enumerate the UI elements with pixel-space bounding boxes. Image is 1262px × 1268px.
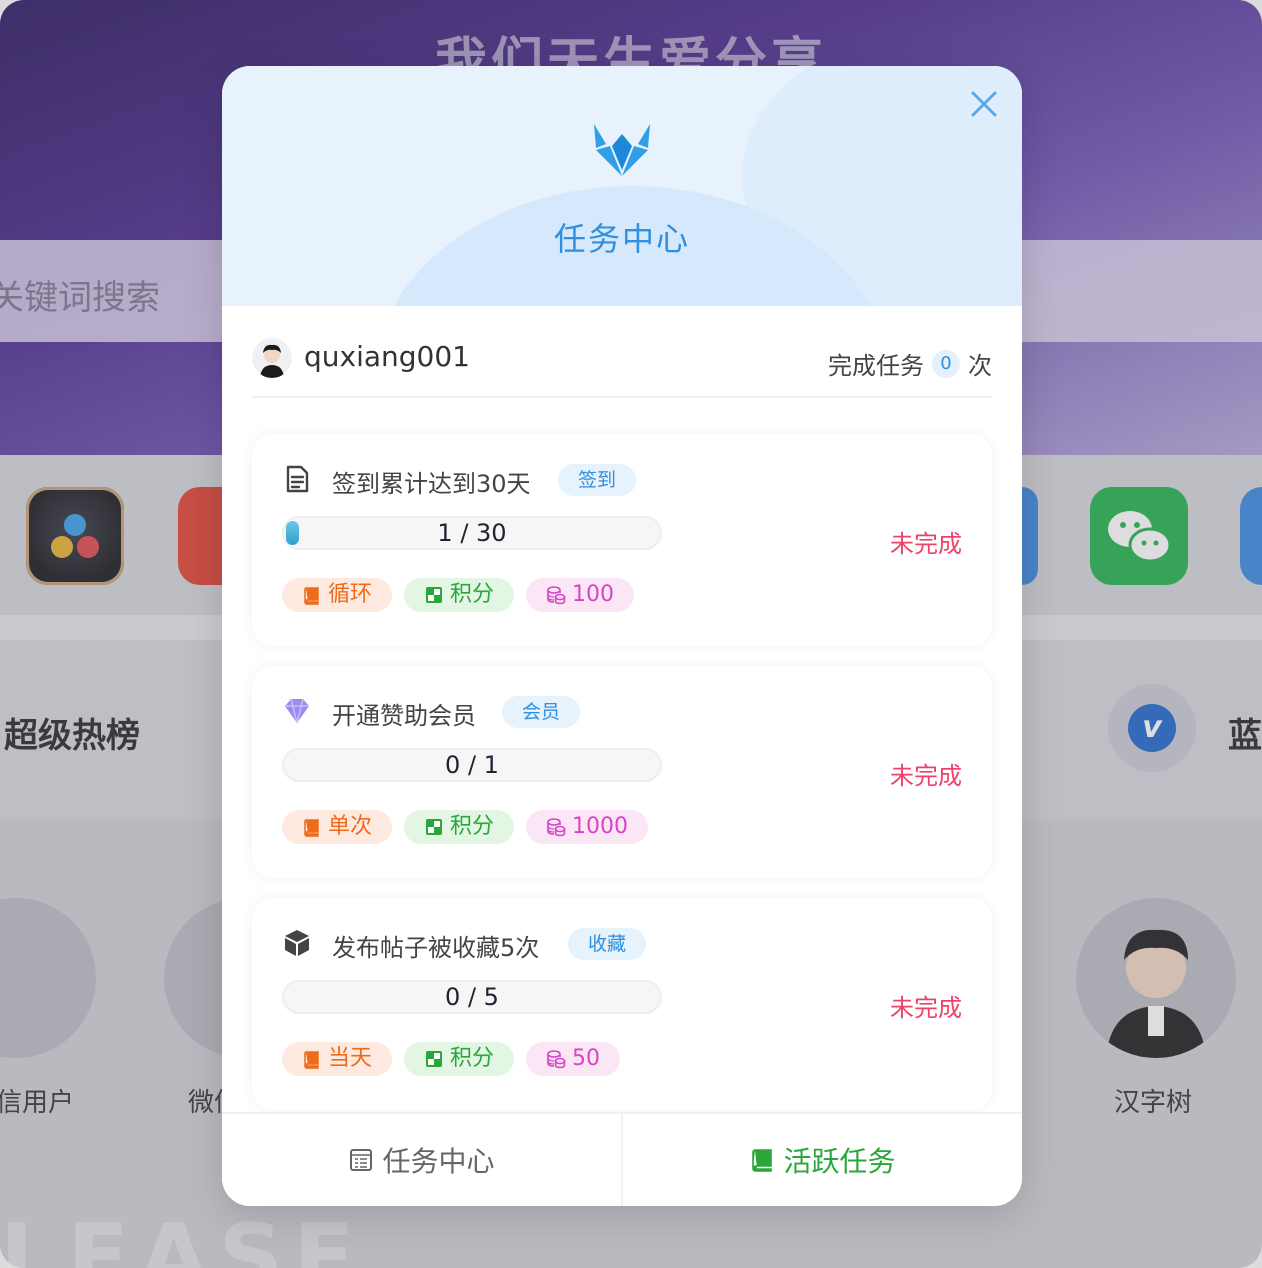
fox-logo-icon <box>594 124 650 176</box>
cycle-chip: 循环 <box>282 578 393 612</box>
points-value-chip: 100 <box>526 578 635 612</box>
cycle-chip: 单次 <box>282 810 393 844</box>
task-chips: 循环 积分 100 <box>282 578 635 612</box>
completed-suffix: 次 <box>968 352 992 380</box>
points-value-chip: 50 <box>526 1042 621 1076</box>
task-tag: 收藏 <box>568 928 647 960</box>
diamond-icon <box>285 698 309 724</box>
coins-icon <box>547 586 566 605</box>
status-label: 未完成 <box>890 762 962 790</box>
cycle-chip: 当天 <box>282 1042 393 1076</box>
task-title: 发布帖子被收藏5次 <box>332 934 540 962</box>
progress-bar: 0 / 5 <box>282 980 662 1014</box>
modal-footer-tabs: 任务中心 活跃任务 <box>222 1112 1022 1206</box>
completed-summary: 完成任务 0 次 <box>828 346 992 381</box>
username: quxiang001 <box>304 340 470 373</box>
progress-text: 0 / 5 <box>445 983 499 1011</box>
book-icon <box>304 587 319 605</box>
tab-active-tasks[interactable]: 活跃任务 <box>621 1114 1022 1206</box>
progress-text: 0 / 1 <box>445 751 499 779</box>
avatar[interactable] <box>252 338 292 378</box>
book-icon <box>304 1051 319 1069</box>
points-icon <box>426 587 443 603</box>
book-icon <box>752 1149 773 1172</box>
modal-header: 任务中心 <box>222 66 1022 306</box>
task-chips: 单次 积分 1000 <box>282 810 649 844</box>
progress-bar: 0 / 1 <box>282 748 662 782</box>
task-chips: 当天 积分 50 <box>282 1042 621 1076</box>
points-type-chip: 积分 <box>404 810 515 844</box>
task-card[interactable]: 签到累计达到30天 签到 1 / 30 未完成 循环 积分 100 <box>252 434 992 646</box>
task-tag: 签到 <box>558 464 637 496</box>
points-icon <box>426 819 443 835</box>
tab-task-center[interactable]: 任务中心 <box>222 1114 621 1206</box>
task-card[interactable]: 发布帖子被收藏5次 收藏 0 / 5 未完成 当天 积分 50 <box>252 898 992 1110</box>
points-icon <box>426 1051 443 1067</box>
cube-icon <box>285 930 309 956</box>
status-label: 未完成 <box>890 994 962 1022</box>
completed-count-badge: 0 <box>932 349 960 378</box>
document-icon <box>286 465 309 493</box>
book-icon <box>304 819 319 837</box>
coins-icon <box>547 1050 566 1069</box>
user-summary: quxiang001 完成任务 0 次 <box>252 336 992 398</box>
progress-bar: 1 / 30 <box>282 516 662 550</box>
modal-title: 任务中心 <box>553 220 690 258</box>
coins-icon <box>547 818 566 837</box>
status-label: 未完成 <box>890 530 962 558</box>
task-title: 开通赞助会员 <box>332 702 476 730</box>
task-card[interactable]: 开通赞助会员 会员 0 / 1 未完成 单次 积分 1000 <box>252 666 992 878</box>
task-tag: 会员 <box>502 696 581 728</box>
calendar-list-icon <box>350 1149 373 1171</box>
completed-label: 完成任务 <box>828 352 924 380</box>
task-title: 签到累计达到30天 <box>332 470 531 498</box>
task-center-modal: 任务中心 quxiang001 完成任务 0 次 签到累计达到30天 签到 1 … <box>222 66 1022 1206</box>
points-type-chip: 积分 <box>404 1042 515 1076</box>
close-icon[interactable] <box>968 88 1000 120</box>
progress-text: 1 / 30 <box>437 519 507 547</box>
points-type-chip: 积分 <box>404 578 515 612</box>
points-value-chip: 1000 <box>526 810 649 844</box>
